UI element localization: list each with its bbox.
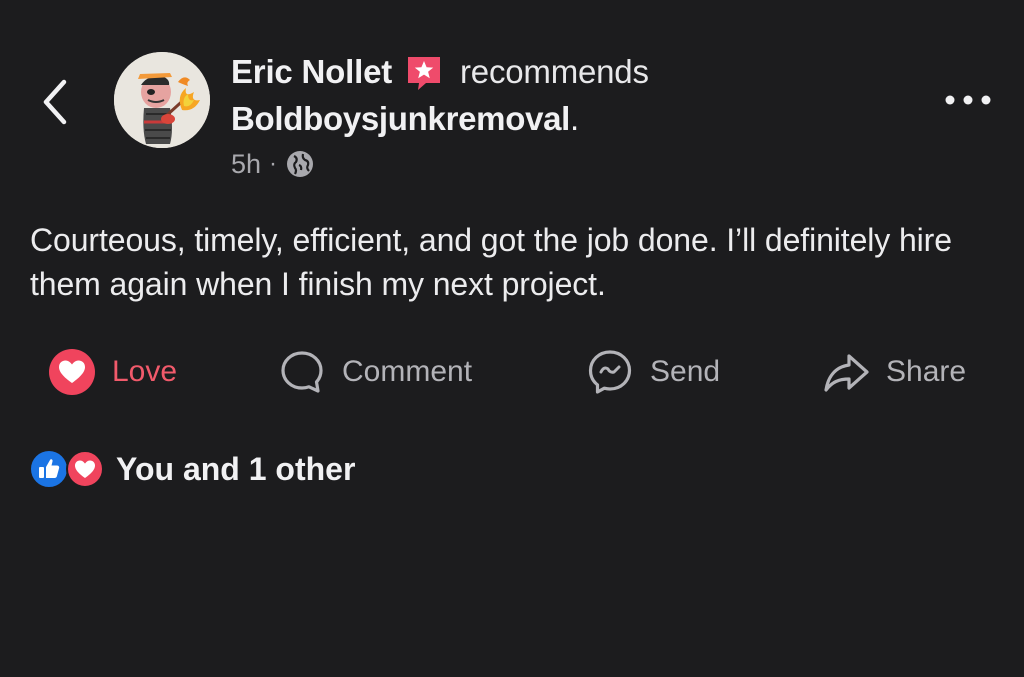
post-action-bar: Love Comment Send Share bbox=[0, 344, 1024, 400]
globe-icon bbox=[287, 151, 314, 177]
recommends-label: recommends bbox=[460, 53, 649, 90]
page-name-period: . bbox=[570, 100, 579, 137]
post-header: Eric Nollet recommends bbox=[231, 50, 649, 94]
chevron-left-icon bbox=[43, 79, 67, 125]
send-button[interactable]: Send bbox=[586, 344, 720, 400]
love-label: Love bbox=[112, 355, 178, 388]
like-reaction-icon bbox=[30, 450, 68, 488]
love-button[interactable]: Love bbox=[48, 344, 177, 400]
more-horizontal-icon bbox=[945, 95, 991, 105]
share-arrow-icon bbox=[824, 354, 869, 392]
post-text: Courteous, timely, efficient, and got th… bbox=[30, 222, 952, 302]
author-name[interactable]: Eric Nollet bbox=[231, 53, 392, 91]
star-badge-icon bbox=[404, 53, 444, 93]
love-reaction-icon bbox=[49, 349, 95, 395]
post-timestamp[interactable]: 5h bbox=[231, 149, 261, 180]
reactions-summary-text: You and 1 other bbox=[116, 450, 356, 487]
comment-icon bbox=[281, 351, 323, 393]
author-avatar[interactable] bbox=[114, 52, 210, 148]
comment-label: Comment bbox=[342, 355, 473, 388]
meta-separator: · bbox=[269, 150, 278, 177]
share-button[interactable]: Share bbox=[822, 344, 966, 400]
reaction-icons bbox=[30, 449, 106, 489]
more-options-button[interactable] bbox=[942, 86, 994, 114]
post-meta: 5h · bbox=[231, 146, 315, 182]
love-reaction-icon bbox=[66, 450, 104, 488]
reactions-summary[interactable]: You and 1 other bbox=[30, 448, 355, 490]
send-label: Send bbox=[650, 355, 721, 388]
avatar-image bbox=[114, 52, 210, 148]
comment-button[interactable]: Comment bbox=[278, 344, 472, 400]
recommended-page-link[interactable]: Boldboysjunkremoval bbox=[231, 100, 570, 137]
post-detail-screen: Eric Nollet recommends Boldboysjunkremov… bbox=[0, 0, 1024, 677]
recommended-page: Boldboysjunkremoval. bbox=[231, 97, 579, 141]
share-label: Share bbox=[886, 355, 967, 388]
back-button[interactable] bbox=[36, 74, 76, 130]
messenger-send-icon bbox=[588, 350, 632, 394]
